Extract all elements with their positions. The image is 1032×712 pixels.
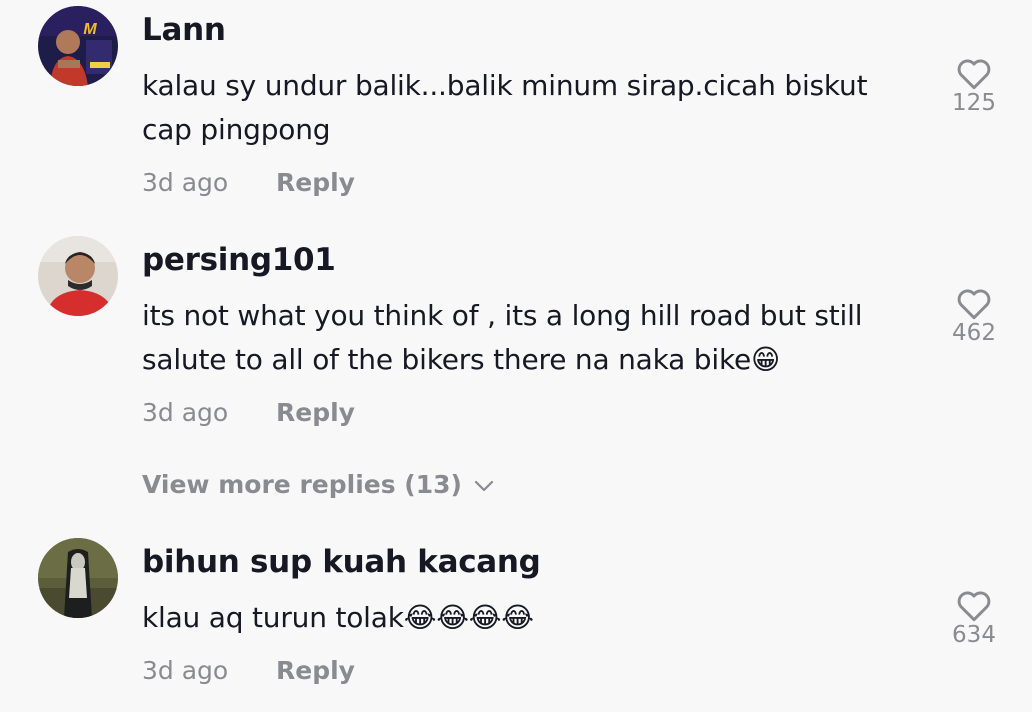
grin-emoji: 😁 [751,343,781,376]
view-more-replies-label: View more replies (13) [142,470,462,499]
heart-outline-icon [957,591,991,622]
comment-username[interactable]: bihun sup kuah kacang [142,544,541,580]
reply-button[interactable]: Reply [276,398,355,427]
comment-text: its not what you think of , its a long h… [142,294,902,382]
like-count: 125 [952,90,996,116]
chevron-down-icon [474,480,494,492]
like-button[interactable]: 462 [945,286,1003,346]
like-count: 634 [952,622,996,648]
heart-outline-icon [957,59,991,90]
reply-button[interactable]: Reply [276,656,355,685]
comment-username[interactable]: persing101 [142,242,336,278]
tears-of-joy-emoji: 😂😂😂😂 [403,601,534,634]
reply-button[interactable]: Reply [276,168,355,197]
view-more-replies-button[interactable]: View more replies (13) [142,470,494,499]
comment-text: klau aq turun tolak😂😂😂😂 [142,596,902,640]
comment-text: kalau sy undur balik...balik minum sirap… [142,69,868,146]
comment-timestamp: 3d ago [142,656,229,685]
like-button[interactable]: 125 [945,56,1003,116]
comment-timestamp: 3d ago [142,168,229,197]
comment-username[interactable]: Lann [142,12,226,48]
like-button[interactable]: 634 [945,588,1003,648]
comment-timestamp: 3d ago [142,398,229,427]
heart-outline-icon [957,289,991,320]
avatar[interactable] [38,538,118,618]
avatar[interactable] [38,236,118,316]
comment-text-body: klau aq turun tolak [142,601,404,634]
like-count: 462 [952,320,996,346]
svg-text:M: M [83,21,97,38]
avatar[interactable]: M [38,6,118,86]
